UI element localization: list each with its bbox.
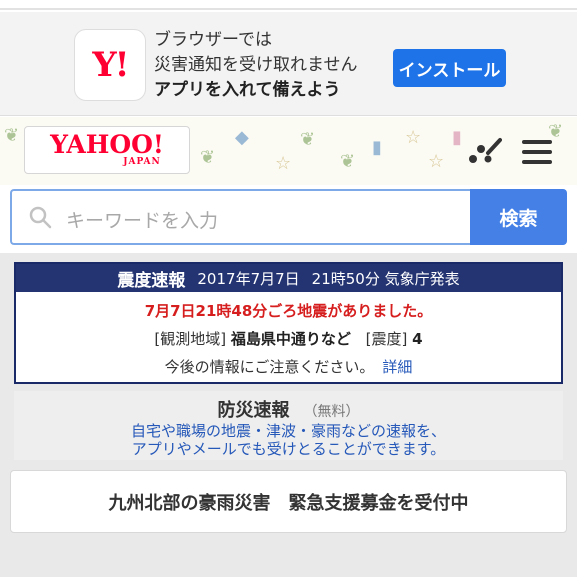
leaf-decoration-icon: ❦ [548, 121, 564, 142]
earthquake-alert-header: 震度速報 2017年7月7日 21時50分 気象庁発表 [16, 264, 561, 292]
search-placeholder: キーワードを入力 [66, 210, 219, 232]
earthquake-alert: 震度速報 2017年7月7日 21時50分 気象庁発表 7月7日21時48分ごろ… [14, 262, 563, 384]
disaster-alert-text-1: 自宅や職場の地震・津波・豪雨などの速報を、 [130, 422, 446, 440]
app-icon-text: Y! [92, 45, 129, 85]
earthquake-notice: 今後の情報にご注意ください。 [164, 358, 375, 376]
banner-line-1: ブラウザーでは [154, 30, 272, 50]
main-content: 震度速報 2017年7月7日 21時50分 気象庁発表 7月7日21時48分ごろ… [0, 253, 577, 577]
install-button[interactable]: インストール [393, 49, 506, 87]
disaster-alert-promo[interactable]: 防災速報 （無料） 自宅や職場の地震・津波・豪雨などの速報を、 アプリやメールでも… [14, 391, 563, 460]
site-header: ❦ ❦ ◆ ☆ ❦ ❦ ▮ ☆ ☆ ▮ ❦ YAHOO! JAPAN [0, 117, 577, 185]
yahoo-japan-logo[interactable]: YAHOO! JAPAN [24, 126, 190, 174]
intensity-value: 4 [412, 330, 423, 348]
leaf-decoration-icon: ❦ [300, 129, 316, 150]
logo-subtext: JAPAN [123, 157, 161, 167]
star-decoration-icon: ☆ [405, 127, 422, 148]
streamer-decoration-icon: ▮ [372, 137, 382, 158]
hamburger-menu-icon[interactable] [522, 140, 552, 164]
search-button[interactable]: 検索 [470, 189, 567, 245]
free-tag: （無料） [303, 404, 360, 420]
earthquake-alert-title: 震度速報 [117, 270, 186, 291]
earthquake-headline: 7月7日21時48分ごろ地震がありました。 [144, 302, 433, 320]
earthquake-alert-date: 2017年7月7日 [197, 269, 300, 288]
star-decoration-icon: ☆ [275, 153, 292, 174]
disaster-alert-title: 防災速報 [217, 400, 290, 421]
yahoo-app-icon[interactable]: Y! [74, 29, 146, 101]
top-strip [0, 0, 577, 10]
tools-icon[interactable] [468, 137, 502, 167]
banner-text: ブラウザーでは 災害通知を受け取れません アプリを入れて備えよう [154, 28, 358, 103]
leaf-decoration-icon: ❦ [340, 151, 356, 172]
search-icon [29, 206, 52, 229]
leaf-decoration-icon: ❦ [4, 125, 20, 146]
disaster-alert-title-row: 防災速報 （無料） [14, 396, 563, 422]
leaf-decoration-icon: ❦ [200, 147, 216, 168]
logo-wordmark: YAHOO! [50, 130, 164, 159]
earthquake-notice-row: 今後の情報にご注意ください。 詳細 [16, 356, 561, 377]
earthquake-alert-time: 21時50分 気象庁発表 [311, 269, 460, 288]
disaster-alert-text-2: アプリやメールでも受けとることができます。 [131, 440, 446, 458]
area-label: [観測地域] [154, 330, 227, 348]
relief-fund-banner[interactable]: 九州北部の豪雨災害 緊急支援募金を受付中 [10, 470, 567, 533]
area-value: 福島県中通りなど [230, 330, 351, 348]
search-bar: キーワードを入力 検索 [10, 189, 567, 245]
star-decoration-icon: ☆ [428, 151, 445, 172]
earthquake-area-row: [観測地域] 福島県中通りなど [震度] 4 [16, 328, 561, 349]
banner-line-3: アプリを入れて備えよう [154, 80, 341, 100]
banner-line-2: 災害通知を受け取れません [154, 55, 358, 75]
search-input[interactable]: キーワードを入力 [10, 189, 470, 245]
app-install-banner: Y! ブラウザーでは 災害通知を受け取れません アプリを入れて備えよう インスト… [0, 12, 577, 116]
detail-link[interactable]: 詳細 [382, 358, 412, 376]
streamer-decoration-icon: ▮ [452, 127, 462, 148]
intensity-label: [震度] [365, 330, 408, 348]
lantern-decoration-icon: ◆ [235, 127, 249, 148]
